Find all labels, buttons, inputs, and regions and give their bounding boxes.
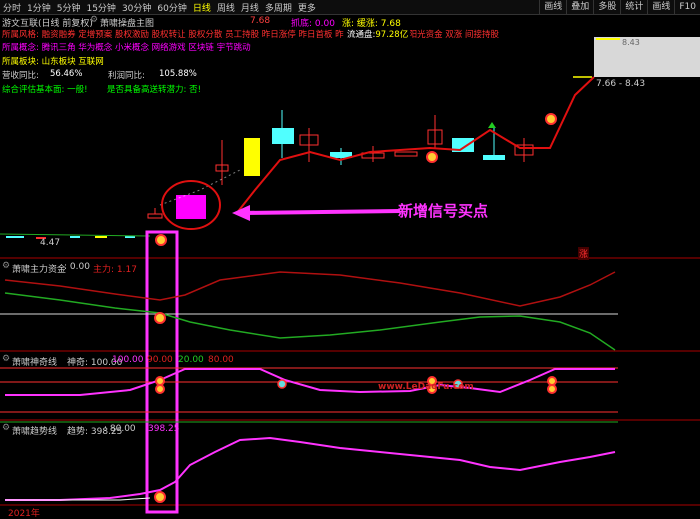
green-arrow-icon bbox=[488, 122, 496, 128]
year-label: 2021年 bbox=[8, 509, 40, 519]
buy-signal-icon bbox=[155, 384, 165, 394]
signal-column-box bbox=[145, 230, 179, 514]
panel1-sub: 主力: 1.17 bbox=[93, 265, 137, 275]
panel-gear-icon[interactable]: ⚙ bbox=[2, 261, 10, 271]
panel1-title: 萧啸主力资金 bbox=[12, 265, 67, 275]
buy-signal-icon bbox=[547, 376, 557, 386]
candle bbox=[6, 236, 24, 238]
candle bbox=[147, 213, 163, 219]
candle bbox=[125, 236, 135, 238]
buy-point-annotation: 新增信号买点 bbox=[398, 202, 489, 220]
buy-signal-icon bbox=[154, 491, 166, 503]
panel2-v2: 90.00 bbox=[147, 355, 173, 365]
annotation-arrow bbox=[239, 209, 401, 215]
candle bbox=[394, 151, 418, 157]
trend-line bbox=[5, 436, 616, 501]
buy-signal-icon bbox=[155, 234, 167, 246]
panel-gear-icon[interactable]: ⚙ bbox=[2, 354, 10, 364]
buy-signal-icon bbox=[155, 376, 165, 386]
buy-signal-icon bbox=[547, 384, 557, 394]
buy-signal-icon bbox=[426, 151, 438, 163]
panel2-v4: 80.00 bbox=[208, 355, 234, 365]
panel1-value: : 0.00 bbox=[64, 262, 90, 272]
watermark: www.LeDaoFu.com bbox=[378, 382, 474, 392]
sell-signal-icon bbox=[277, 379, 287, 389]
ma-green-line bbox=[0, 233, 151, 237]
buy-signal-icon bbox=[545, 113, 557, 125]
candle bbox=[70, 236, 80, 238]
early-candles bbox=[0, 233, 151, 239]
buy-signal-icon bbox=[154, 312, 166, 324]
candle bbox=[272, 128, 294, 144]
panel3-title: 萧啸趋势线 bbox=[12, 427, 58, 437]
main-force-red-line bbox=[4, 271, 616, 307]
panel3-v2: 398.25 bbox=[148, 424, 180, 434]
price-range-box bbox=[594, 37, 700, 77]
chart-canvas bbox=[0, 37, 700, 514]
ma-red-line bbox=[235, 76, 595, 215]
high-price-label: 8.43 bbox=[622, 38, 640, 47]
panel2-v3: 20.00 bbox=[178, 355, 204, 365]
signal-candle bbox=[176, 195, 206, 219]
main-force-green-line bbox=[4, 292, 616, 351]
panel2-v1: 100.00 bbox=[112, 355, 144, 365]
low-price-label: 4.47 bbox=[40, 238, 61, 248]
range-label: 7.66 - 8.43 bbox=[596, 79, 646, 89]
candle bbox=[95, 236, 107, 238]
up-badge: 涨 bbox=[578, 247, 590, 260]
panel3-v1: : 80.00 bbox=[104, 424, 136, 434]
panel2-title: 萧啸神奇线 bbox=[12, 358, 58, 368]
candle bbox=[244, 138, 260, 176]
panel-gear-icon[interactable]: ⚙ bbox=[2, 423, 10, 433]
